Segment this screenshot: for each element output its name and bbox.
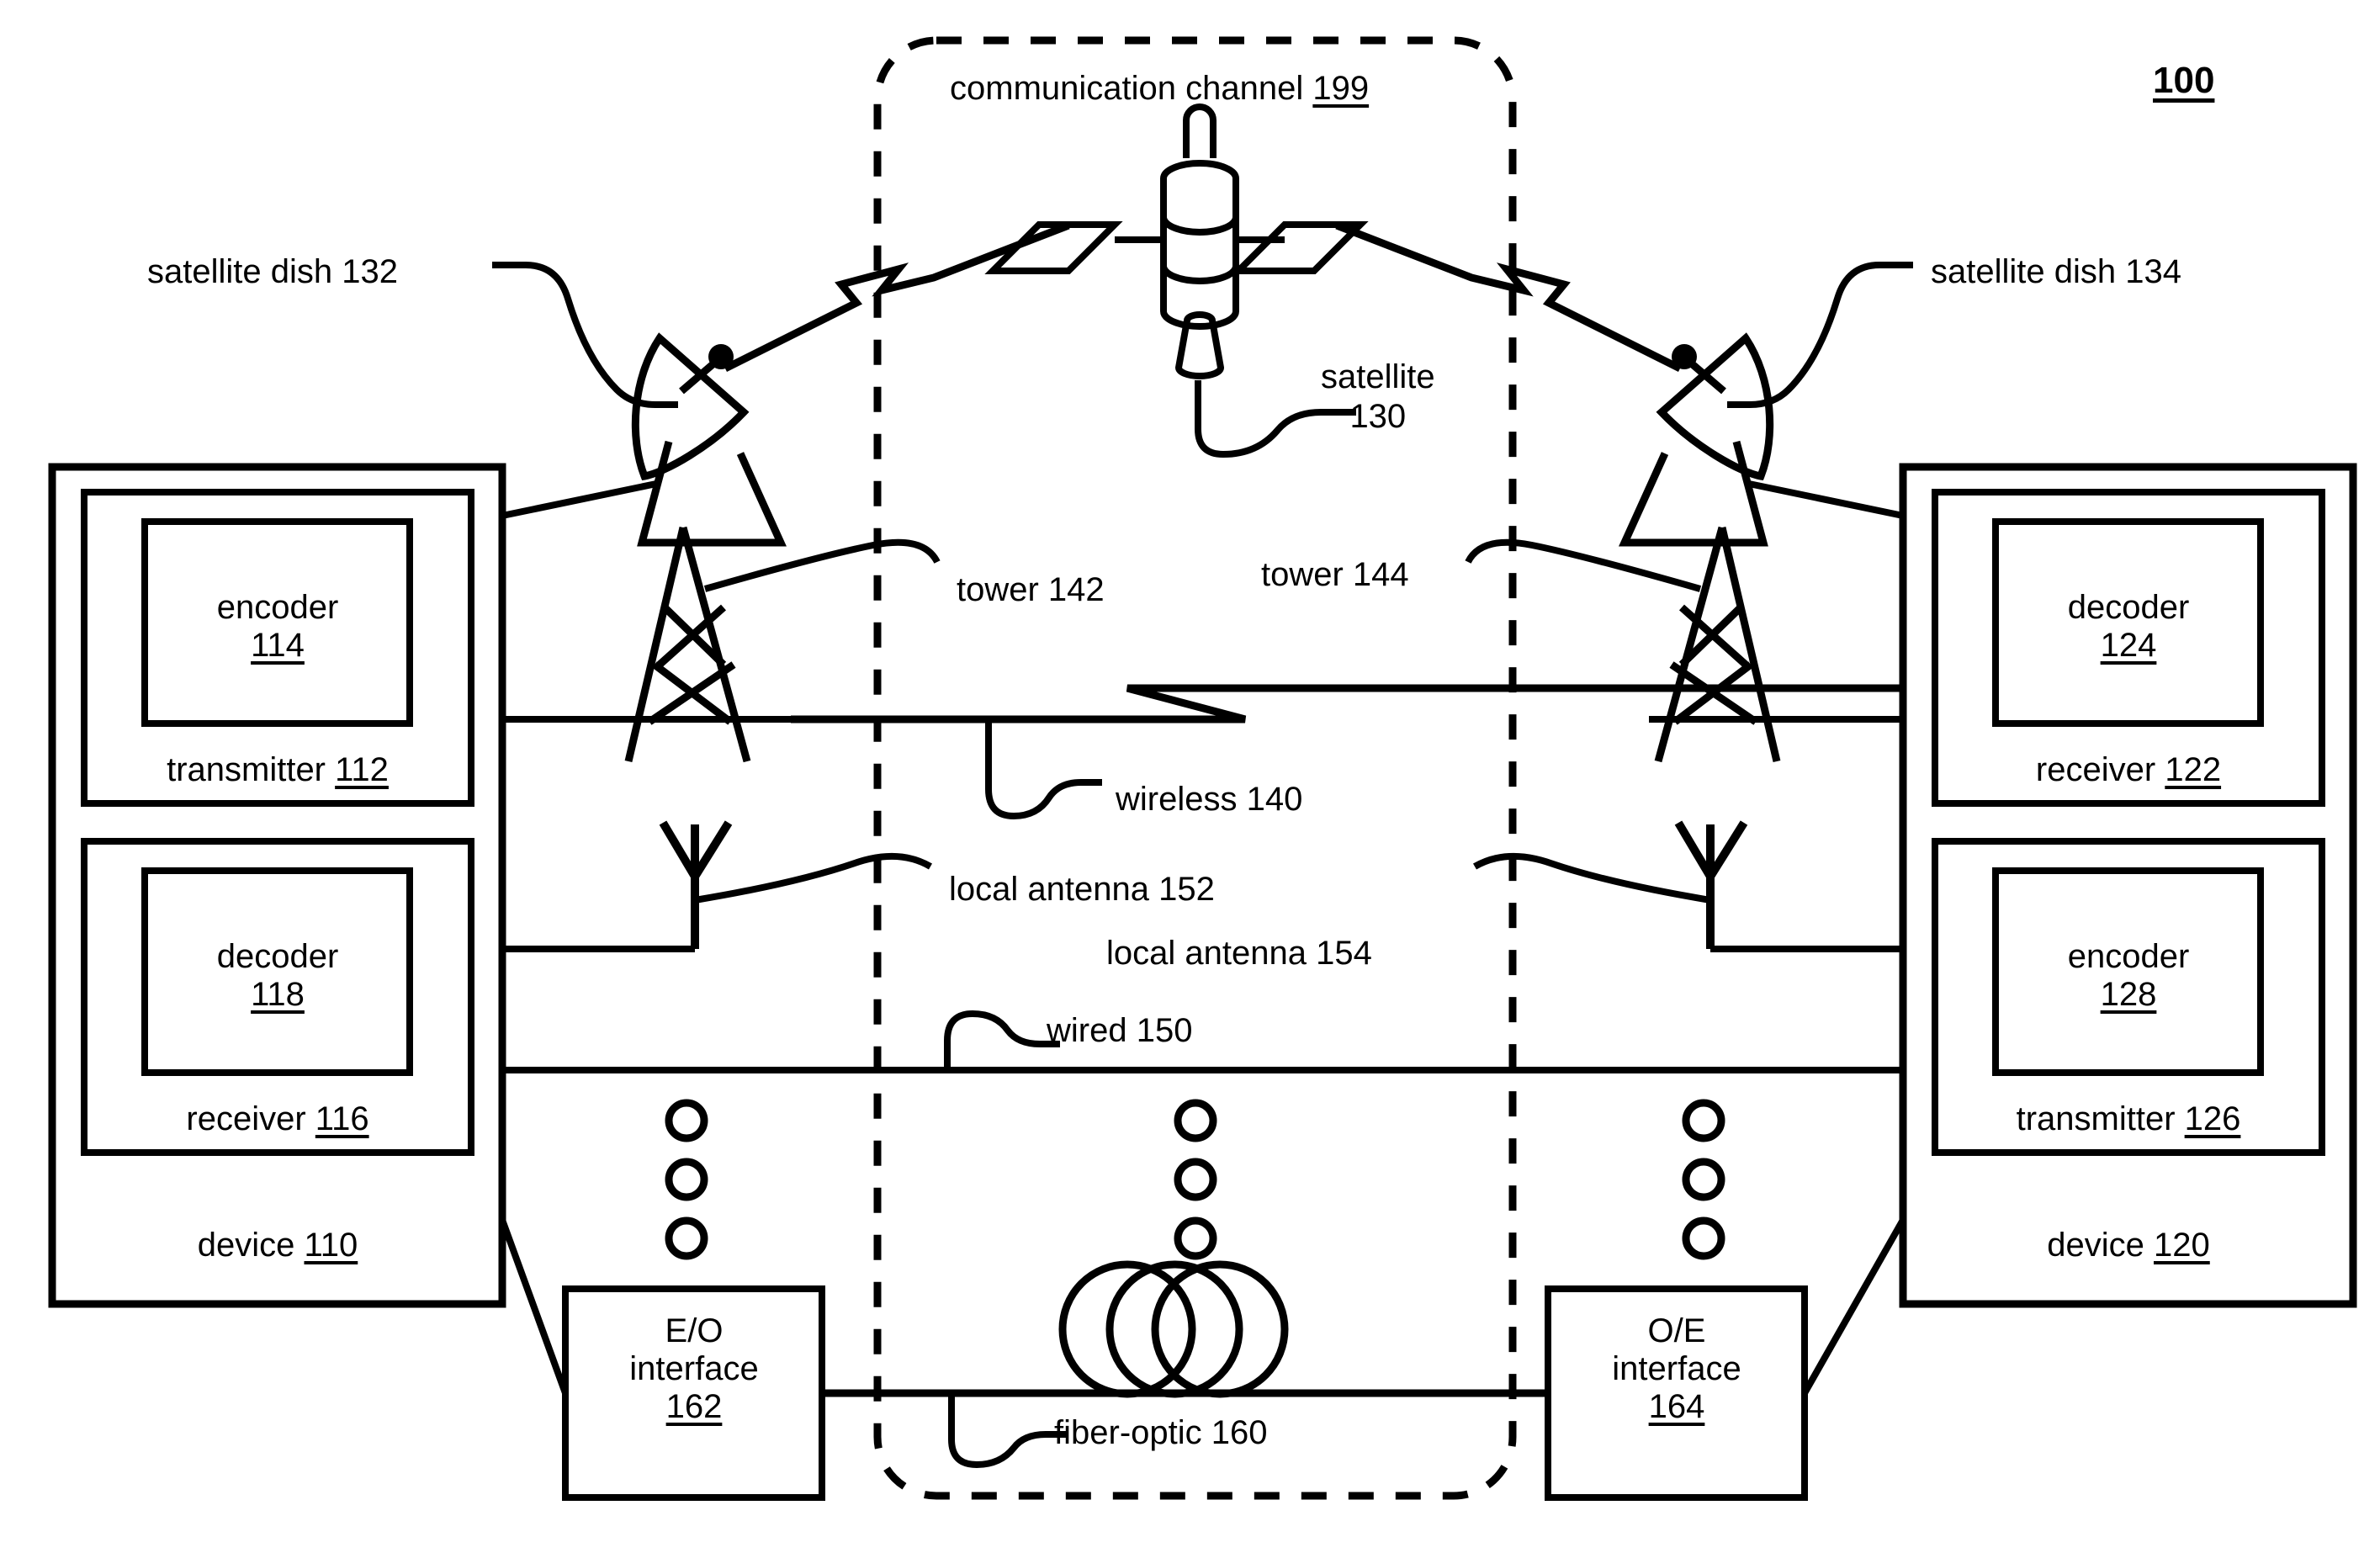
device-110-label: device 110 (197, 1227, 358, 1264)
satellite-dish-134-graphic (1619, 332, 1774, 547)
oe-interface-164-line2: interface (1612, 1350, 1741, 1387)
wired-150-leader (944, 1010, 1060, 1070)
transmitter-112-label: transmitter 112 (167, 751, 389, 788)
device-110-to-eo-link (499, 1218, 569, 1395)
uplink-beam-right (1335, 221, 1683, 373)
satellite-dish-134-label: satellite dish 134 (1931, 253, 2181, 290)
satellite-130-label-line2: 130 (1349, 398, 1407, 436)
dish-134-to-device-120-link (1748, 480, 1904, 519)
local-antenna-152-label: local antenna 152 (949, 871, 1215, 908)
transmitter-126-label: transmitter 126 (2016, 1100, 2241, 1137)
fiber-optic-160-label: fiber-optic 160 (1054, 1414, 1268, 1451)
tower-144-graphic (1654, 526, 1781, 763)
oe-interface-164-ref: 164 (1648, 1388, 1705, 1425)
ellipsis-dots (665, 1099, 1725, 1260)
tower-144-leader (1465, 538, 1702, 592)
decoder-118-name: decoder (216, 938, 339, 975)
satellite-dish-134-leader (1727, 262, 1913, 408)
figure-number: 100 (2153, 60, 2215, 101)
satellite-130-graphic (984, 103, 1369, 379)
fiber-optic-coil-graphic (1058, 1260, 1289, 1398)
tower-142-label: tower 142 (957, 571, 1105, 608)
decoder-124-label: decoder 124 (2068, 589, 2190, 665)
wireless-line-zigzag (791, 684, 1903, 723)
decoder-118-ref: 118 (251, 976, 305, 1013)
tower-142-graphic (624, 526, 751, 763)
satellite-130-label: satellite 130 (1321, 358, 1435, 437)
satellite-dish-132-leader (492, 262, 678, 408)
local-antenna-152-graphic (659, 820, 733, 949)
wired-150-label: wired 150 (1047, 1012, 1193, 1049)
communication-channel-label: communication channel 199 (950, 70, 1370, 107)
satellite-130-label-line1: satellite (1321, 358, 1435, 395)
diagram-canvas: 100 communication channel 199 satellite … (0, 0, 2380, 1553)
device-120-to-oe-link (1801, 1218, 1906, 1395)
receiver-122-ref: 122 (2165, 751, 2222, 788)
device-110-ref: 110 (304, 1227, 358, 1264)
encoder-114-name: encoder (216, 589, 339, 626)
fiber-optic-160-leader (948, 1393, 1067, 1469)
tower-144-label: tower 144 (1261, 556, 1409, 593)
eo-interface-162-ref: 162 (665, 1388, 723, 1425)
eo-interface-162-line1: E/O (665, 1312, 724, 1349)
wireless-140-label: wireless 140 (1116, 781, 1303, 818)
receiver-116-ref: 116 (315, 1100, 369, 1137)
device-120-label: device 120 (2047, 1227, 2210, 1264)
transmitter-126-ref: 126 (2184, 1100, 2241, 1137)
receiver-116-label: receiver 116 (186, 1100, 369, 1137)
decoder-124-ref: 124 (2100, 627, 2157, 664)
antenna-152-leader (694, 853, 933, 904)
wireless-140-leader (985, 722, 1102, 820)
local-antenna-154-label: local antenna 154 (1106, 935, 1372, 972)
eo-interface-162-line2: interface (629, 1350, 759, 1387)
tower-142-leader (703, 538, 941, 592)
encoder-114-ref: 114 (251, 627, 305, 664)
receiver-122-label: receiver 122 (2035, 751, 2222, 788)
satellite-dish-132-graphic (631, 332, 787, 547)
encoder-128-name: encoder (2067, 938, 2190, 975)
decoder-124-name: decoder (2067, 589, 2190, 626)
uplink-beam-left (723, 221, 1070, 373)
satellite-dish-132-label: satellite dish 132 (147, 253, 398, 290)
encoder-114-label: encoder 114 (217, 589, 339, 665)
transmitter-112-ref: 112 (335, 751, 389, 788)
oe-interface-164-label: O/E interface 164 (1612, 1312, 1741, 1426)
device-120-ref: 120 (2154, 1227, 2210, 1264)
encoder-128-label: encoder 128 (2068, 938, 2190, 1014)
local-antenna-154-graphic (1674, 820, 1748, 949)
encoder-128-ref: 128 (2100, 976, 2157, 1013)
dish-132-to-device-110-link (501, 480, 657, 519)
oe-interface-164-line1: O/E (1647, 1312, 1706, 1349)
eo-interface-162-label: E/O interface 162 (629, 1312, 758, 1426)
communication-channel-ref: 199 (1312, 70, 1370, 107)
decoder-118-label: decoder 118 (217, 938, 339, 1014)
